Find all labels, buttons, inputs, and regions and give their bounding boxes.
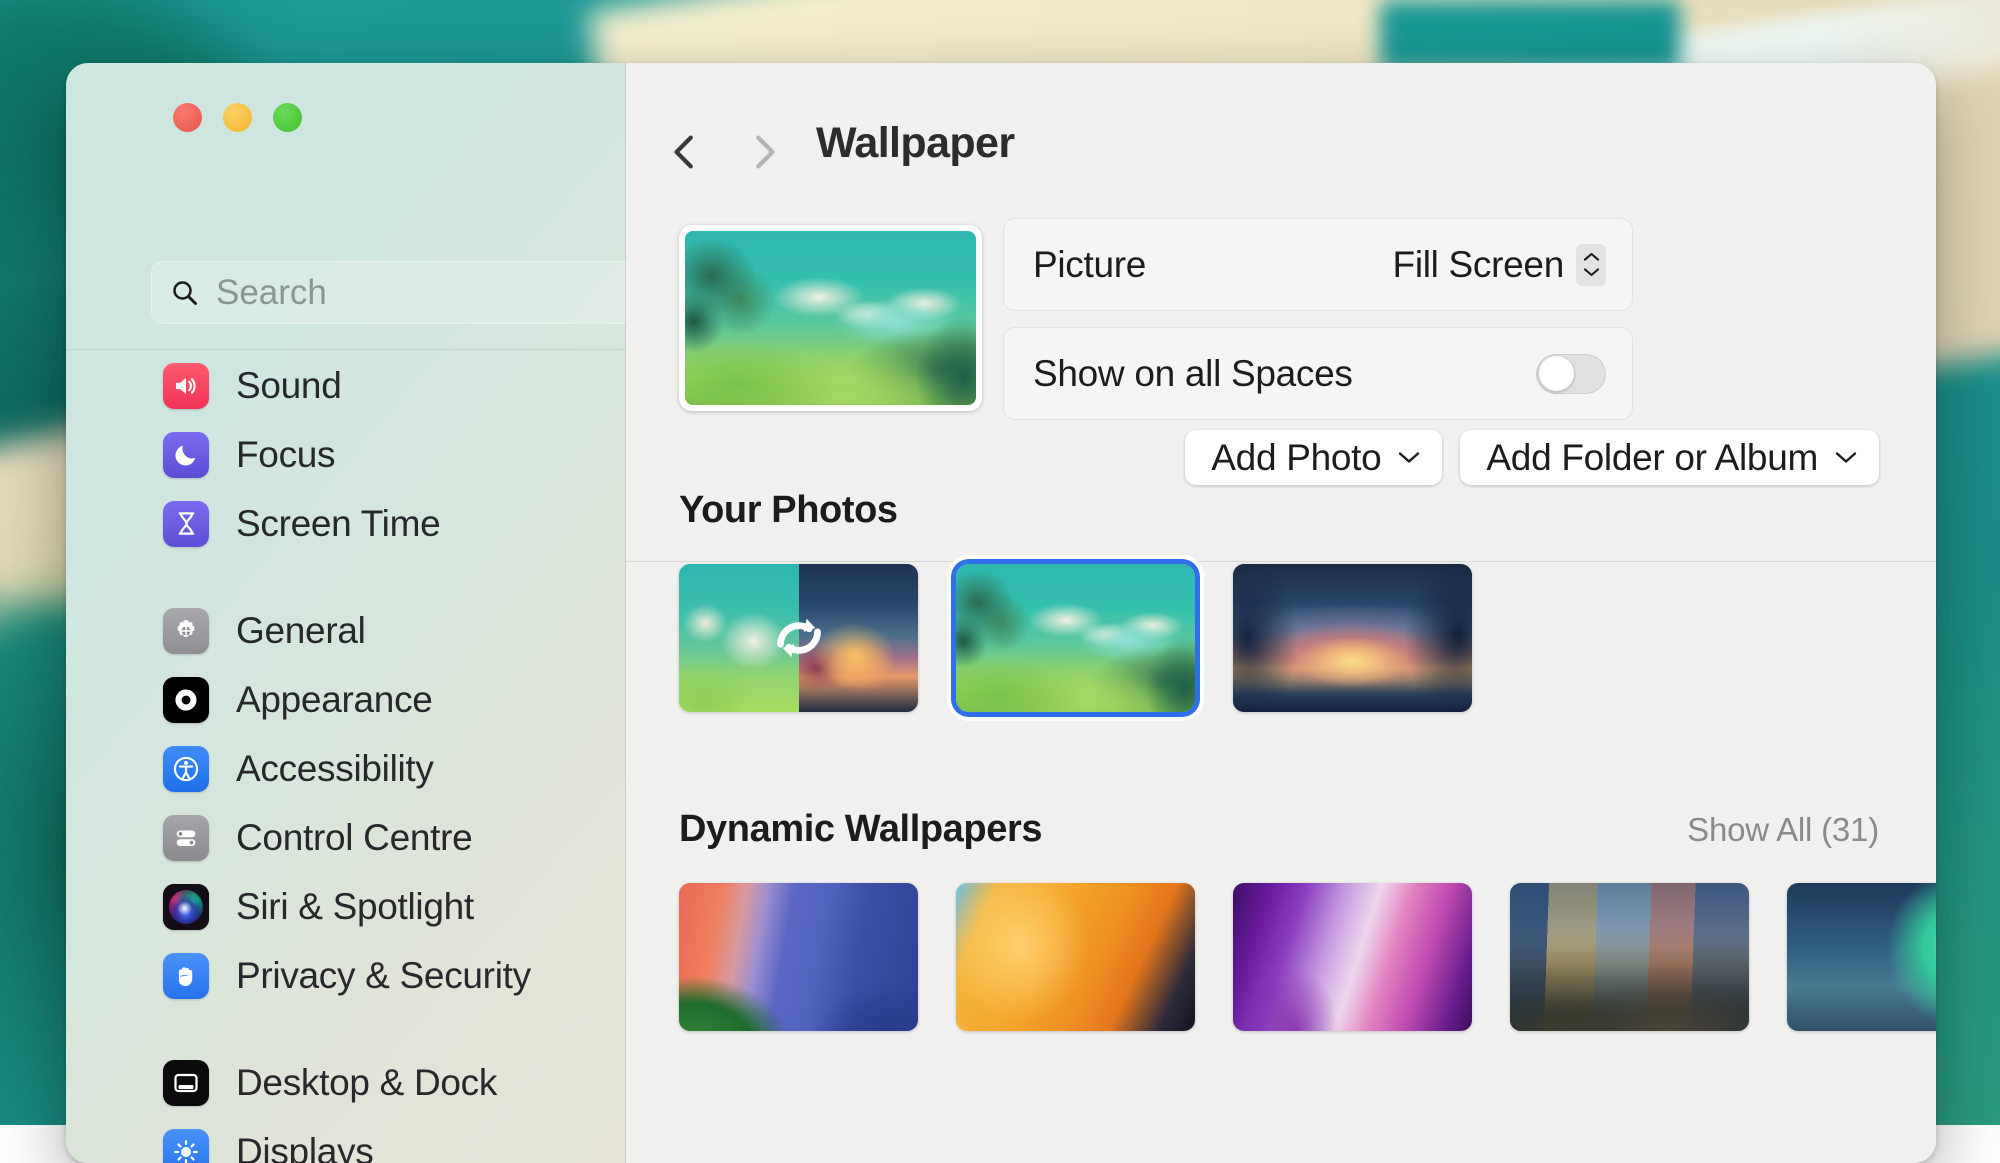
section-header: Your Photos [626,489,1936,532]
sidebar-item-label: Focus [236,434,335,476]
thumbnail-art [1233,883,1472,1031]
sidebar-group-separator [66,558,626,596]
spaces-row: Show on all Spaces [1004,328,1632,419]
close-button[interactable] [173,103,202,132]
picture-value: Fill Screen [1393,244,1564,286]
toolbar: Wallpaper [626,63,1936,191]
thumbnail-art [1787,883,1936,1031]
sidebar-item-label: Appearance [236,679,433,721]
siri-orb-icon [163,884,209,930]
section-header: Dynamic Wallpapers Show All (31) [626,808,1936,851]
sidebar-item-label: Siri & Spotlight [236,886,474,928]
sidebar-item-displays[interactable]: Displays [66,1117,626,1163]
sidebar-item-focus[interactable]: Focus [66,420,626,489]
sidebar-divider [66,349,626,350]
zoom-button[interactable] [273,103,302,132]
wallpaper-thumbnail-twilight-forest[interactable] [1233,564,1472,712]
current-wallpaper-preview[interactable] [679,225,982,411]
sidebar-item-screen-time[interactable]: Screen Time [66,489,626,558]
thumbnail-art [956,883,1195,1031]
sidebar-item-privacy-security[interactable]: Privacy & Security [66,941,626,1010]
picture-option-card: Picture Fill Screen [1003,218,1633,311]
moon-icon [163,432,209,478]
wallpaper-settings-section: Picture Fill Screen Show on all Spaces [626,191,1936,454]
window-controls [173,103,302,132]
sidebar-group-3: Desktop & Dock [66,1048,626,1163]
wallpaper-thumbnail-ventura[interactable] [956,883,1195,1031]
brightness-icon [163,1129,209,1163]
desktop-dock-icon [163,1060,209,1106]
sidebar-group-1: Sound Focus Screen [66,351,626,558]
sidebar-item-label: Screen Time [236,503,440,545]
picture-select[interactable]: Fill Screen [1393,244,1606,286]
minimize-button[interactable] [223,103,252,132]
accessibility-icon [163,746,209,792]
show-on-all-spaces-card: Show on all Spaces [1003,327,1633,420]
hourglass-icon [163,501,209,547]
sidebar-item-label: General [236,610,366,652]
preview-image [685,231,976,405]
speaker-waves-icon [163,363,209,409]
toggle-knob [1539,356,1574,391]
show-on-all-spaces-label: Show on all Spaces [1033,353,1353,395]
sidebar-item-sound[interactable]: Sound [66,351,626,420]
chevron-right-icon[interactable] [741,129,787,175]
sidebar-item-label: Displays [236,1131,373,1163]
wallpaper-thumbnail-green-meadow[interactable] [956,564,1195,712]
wallpaper-thumbnail-cliff[interactable] [1787,883,1936,1031]
hand-raised-icon [163,953,209,999]
sidebar-item-label: Desktop & Dock [236,1062,497,1104]
sidebar-item-label: Privacy & Security [236,955,531,997]
wallpaper-gallery: Your Photos [626,434,1936,1163]
desktop-teal-layer [1380,0,1680,70]
sidebar-group-2: General Appearance [66,596,626,1010]
thumbnail-art [679,883,918,1031]
system-settings-window: Sound Focus Screen [66,63,1936,1163]
thumbnail-row [626,883,1936,1031]
section-title: Your Photos [679,489,898,532]
wallpaper-thumbnail-big-sur[interactable] [1510,883,1749,1031]
thumbnail-art [1233,564,1472,712]
sidebar-item-label: Control Centre [236,817,472,859]
wallpaper-thumbnail-dynamic-meadow[interactable] [679,564,918,712]
wallpaper-thumbnail-sonoma[interactable] [679,883,918,1031]
picture-label: Picture [1033,244,1146,286]
thumbnail-art [1510,883,1749,1031]
sidebar-item-siri-spotlight[interactable]: Siri & Spotlight [66,872,626,941]
refresh-icon [762,601,836,675]
thumbnail-row [626,564,1936,712]
sidebar-group-separator-2 [66,1010,626,1048]
content-pane: Wallpaper Picture Fill Screen [626,63,1936,1163]
thumbnail-art [956,564,1195,712]
page-title: Wallpaper [816,119,1015,168]
sidebar-item-appearance[interactable]: Appearance [66,665,626,734]
stepper-icon[interactable] [1576,244,1606,286]
sidebar-item-desktop-dock[interactable]: Desktop & Dock [66,1048,626,1117]
sidebar: Sound Focus Screen [66,63,626,1163]
sidebar-item-general[interactable]: General [66,596,626,665]
wallpaper-thumbnail-monterey[interactable] [1233,883,1472,1031]
chevron-left-icon[interactable] [662,129,708,175]
section-dynamic-wallpapers: Dynamic Wallpapers Show All (31) [626,808,1936,1031]
gear-icon [163,608,209,654]
sidebar-item-control-centre[interactable]: Control Centre [66,803,626,872]
search-input[interactable] [216,273,648,313]
picture-row: Picture Fill Screen [1004,219,1632,310]
sidebar-nav: Sound Focus Screen [66,351,626,1163]
show-all-link[interactable]: Show All (31) [1687,811,1879,849]
show-on-all-spaces-toggle[interactable] [1536,354,1606,394]
sidebar-item-accessibility[interactable]: Accessibility [66,734,626,803]
sidebar-item-label: Sound [236,365,342,407]
sliders-icon [163,815,209,861]
contrast-circle-icon [163,677,209,723]
section-title: Dynamic Wallpapers [679,808,1042,851]
search-field[interactable] [151,261,667,324]
section-your-photos: Your Photos [626,489,1936,712]
search-icon [170,278,200,308]
sidebar-item-label: Accessibility [236,748,434,790]
